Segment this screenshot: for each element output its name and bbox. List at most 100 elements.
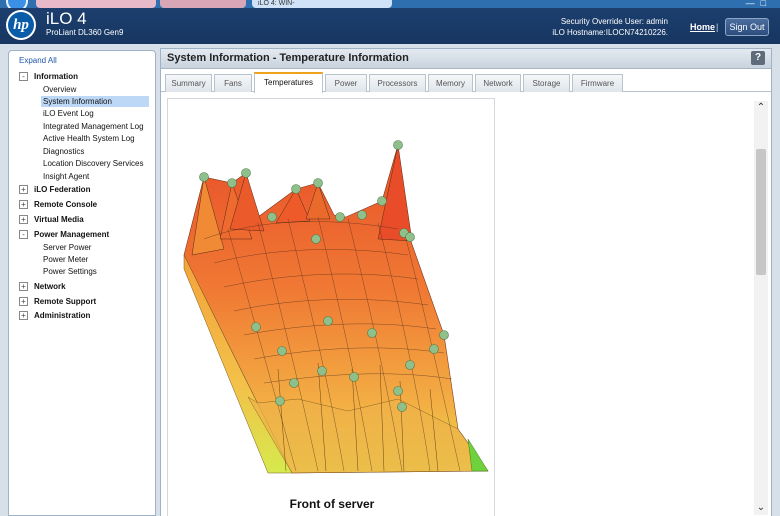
sensor-marker [275, 396, 285, 406]
graph-caption: Front of server [289, 497, 375, 511]
nav-section-label: Power Management [34, 230, 110, 239]
nav-section-label: Remote Support [34, 297, 97, 306]
nav-item-location-discovery-services[interactable]: Location Discovery Services [41, 158, 145, 169]
tab-fans[interactable]: Fans [214, 74, 252, 92]
sensor-marker [311, 234, 321, 244]
collapse-icon[interactable]: - [19, 230, 28, 239]
nav-section-label: Administration [34, 311, 91, 320]
nav-item-integrated-management-log[interactable]: Integrated Management Log [41, 121, 146, 132]
nav-item-server-power[interactable]: Server Power [41, 242, 93, 253]
sign-out-button[interactable]: Sign Out [725, 18, 769, 36]
tab-memory[interactable]: Memory [428, 74, 473, 92]
user-line: Security Override User: admin [560, 17, 668, 26]
temperature-content: Front of server ⌃ ⌄ [161, 93, 771, 516]
browser-tab-2[interactable] [160, 0, 246, 8]
temperature-graph-frame: Front of server [167, 98, 495, 516]
navigation-sidebar: Expand All - Information Overview System … [8, 50, 156, 516]
browser-tab-3[interactable]: iLO 4: WIN- [252, 0, 392, 8]
sensor-marker [393, 386, 403, 396]
nav-item-active-health-system-log[interactable]: Active Health System Log [41, 133, 137, 144]
nav-section-administration[interactable]: + Administration [19, 311, 90, 320]
browser-back-button[interactable] [6, 0, 28, 8]
expand-icon[interactable]: + [19, 200, 28, 209]
tab-summary[interactable]: Summary [165, 74, 212, 92]
scroll-down-icon[interactable]: ⌄ [754, 501, 768, 515]
nav-section-remote-console[interactable]: + Remote Console [19, 200, 97, 209]
tab-temperatures[interactable]: Temperatures [254, 72, 323, 93]
nav-item-power-settings[interactable]: Power Settings [41, 266, 99, 277]
nav-item-diagnostics[interactable]: Diagnostics [41, 146, 86, 157]
browser-tab-strip: iLO 4: WIN- —□ [0, 0, 780, 8]
help-icon[interactable]: ? [751, 51, 765, 65]
tab-storage[interactable]: Storage [523, 74, 570, 92]
expand-icon[interactable]: + [19, 282, 28, 291]
nav-section-information[interactable]: - Information [19, 72, 78, 81]
sensor-marker [405, 232, 415, 242]
sensor-marker [199, 172, 209, 182]
page-title: System Information - Temperature Informa… [167, 52, 409, 64]
panel-title-bar: System Information - Temperature Informa… [161, 49, 771, 69]
scroll-up-icon[interactable]: ⌃ [754, 101, 768, 115]
nav-item-ilo-event-log[interactable]: iLO Event Log [41, 108, 96, 119]
tab-processors[interactable]: Processors [369, 74, 426, 92]
sensor-marker [267, 212, 277, 222]
nav-section-label: Remote Console [34, 200, 98, 209]
window-controls[interactable]: —□ [746, 0, 772, 8]
sensor-marker [335, 212, 345, 222]
expand-all-link[interactable]: Expand All [19, 56, 57, 65]
nav-item-power-meter[interactable]: Power Meter [41, 254, 90, 265]
hostname-line: iLO Hostname:ILOCN74210226. [552, 28, 668, 37]
nav-section-remote-support[interactable]: + Remote Support [19, 297, 96, 306]
tab-firmware[interactable]: Firmware [572, 74, 623, 92]
nav-section-virtual-media[interactable]: + Virtual Media [19, 215, 84, 224]
hp-logo-text: hp [8, 12, 34, 38]
temperature-3d-graph [183, 140, 489, 474]
sensor-marker [241, 168, 251, 178]
expand-icon[interactable]: + [19, 297, 28, 306]
sensor-marker [313, 178, 323, 188]
nav-section-label: iLO Federation [34, 185, 91, 194]
tab-power[interactable]: Power [325, 74, 367, 92]
nav-section-ilo-federation[interactable]: + iLO Federation [19, 185, 90, 194]
app-header: hp iLO 4 ProLiant DL360 Gen9 Security Ov… [0, 8, 780, 44]
tab-network[interactable]: Network [475, 74, 521, 92]
sensor-marker [367, 328, 377, 338]
session-info: Security Override User: admin iLO Hostna… [552, 16, 668, 38]
hp-logo-icon: hp [6, 10, 36, 40]
sensor-marker [393, 140, 403, 150]
browser-tab-1[interactable] [36, 0, 156, 8]
expand-icon[interactable]: + [19, 311, 28, 320]
nav-item-system-information[interactable]: System Information [41, 96, 149, 107]
tab-bar: Summary Fans Temperatures Power Processo… [161, 72, 771, 93]
header-separator: | [716, 22, 719, 32]
main-panel: System Information - Temperature Informa… [160, 48, 772, 516]
home-link[interactable]: Home [690, 22, 715, 32]
sensor-marker [405, 360, 415, 370]
nav-section-network[interactable]: + Network [19, 282, 66, 291]
nav-item-overview[interactable]: Overview [41, 84, 78, 95]
sensor-marker [377, 196, 387, 206]
sensor-marker [323, 316, 333, 326]
sensor-marker [277, 346, 287, 356]
expand-icon[interactable]: + [19, 185, 28, 194]
product-title: iLO 4 [46, 9, 87, 28]
nav-section-label: Virtual Media [34, 215, 84, 224]
sensor-marker [349, 372, 359, 382]
sensor-marker [429, 344, 439, 354]
nav-section-label: Network [34, 282, 66, 291]
sensor-marker [439, 330, 449, 340]
content-scrollbar[interactable]: ⌃ ⌄ [754, 101, 768, 515]
sensor-marker [317, 366, 327, 376]
sensor-marker [291, 184, 301, 194]
expand-icon[interactable]: + [19, 215, 28, 224]
sensor-marker [227, 178, 237, 188]
sensor-marker [357, 210, 367, 220]
scroll-thumb[interactable] [756, 149, 766, 275]
nav-item-insight-agent[interactable]: Insight Agent [41, 171, 91, 182]
nav-section-power-management[interactable]: - Power Management [19, 230, 109, 239]
sensor-marker [251, 322, 261, 332]
sensor-marker [397, 402, 407, 412]
sensor-marker [289, 378, 299, 388]
server-model: ProLiant DL360 Gen9 [46, 28, 124, 37]
collapse-icon[interactable]: - [19, 72, 28, 81]
